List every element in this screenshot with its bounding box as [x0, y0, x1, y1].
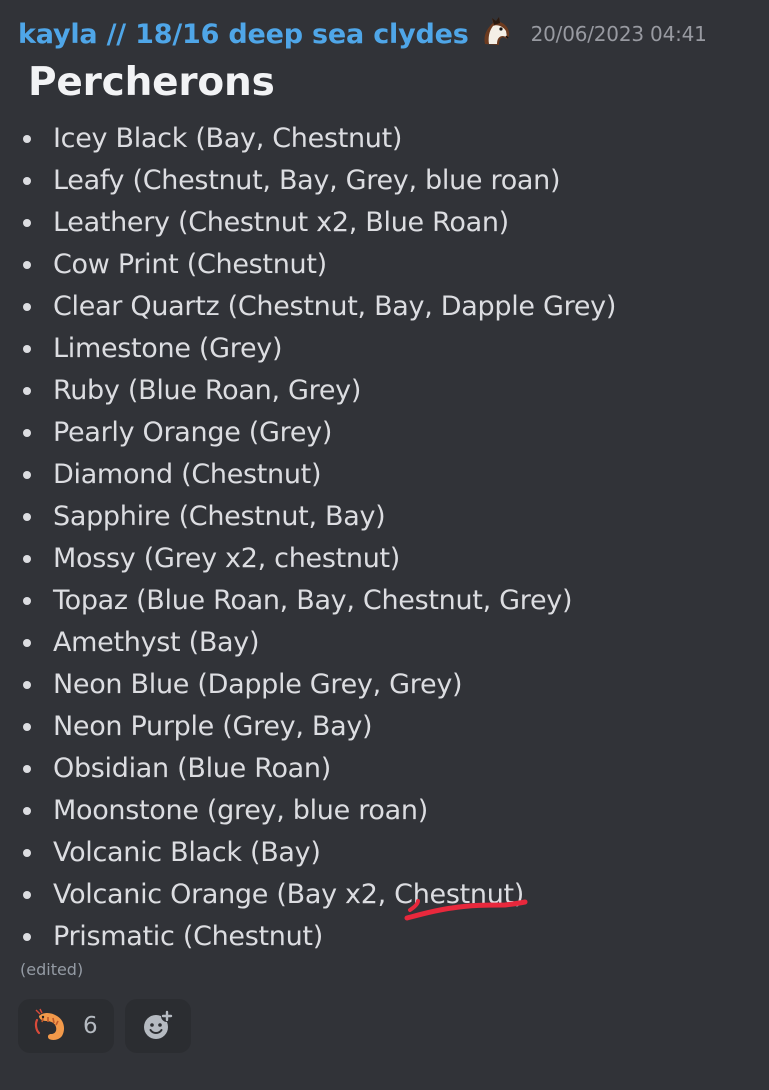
message-heading: Percherons — [28, 60, 275, 105]
list-item-text: Volcanic Black (Bay) — [53, 837, 321, 868]
bullet-dot — [23, 219, 31, 227]
list-item-text: Prismatic (Chestnut) — [53, 921, 323, 952]
timestamp: 20/06/2023 04:41 — [530, 22, 707, 46]
list-item-text: Amethyst (Bay) — [53, 627, 260, 658]
reactions-bar: 6 — [18, 999, 191, 1053]
list-item-text: Diamond (Chestnut) — [53, 459, 322, 490]
reaction-shrimp[interactable]: 6 — [18, 999, 114, 1053]
bullet-dot — [23, 891, 31, 899]
chat-message: kayla // 18/16 deep sea clydes 20/06/202… — [0, 0, 769, 1090]
reaction-count: 6 — [83, 1013, 98, 1039]
list-item-text: Leafy (Chestnut, Bay, Grey, blue roan) — [53, 165, 561, 196]
list-item-text: Leathery (Chestnut x2, Blue Roan) — [53, 207, 509, 238]
edited-label: (edited) — [20, 960, 84, 979]
list-item-text: Limestone (Grey) — [53, 333, 283, 364]
message-header: kayla // 18/16 deep sea clydes 20/06/202… — [18, 14, 707, 54]
bullet-dot — [23, 387, 31, 395]
bullet-dot — [23, 513, 31, 521]
bullet-dot — [23, 723, 31, 731]
list-item-text: Topaz (Blue Roan, Bay, Chestnut, Grey) — [53, 585, 573, 616]
bullet-dot — [23, 429, 31, 437]
bullet-dot — [23, 807, 31, 815]
list-item-text: Cow Print (Chestnut) — [53, 249, 327, 280]
list-item-text: Icey Black (Bay, Chestnut) — [53, 123, 403, 154]
list-item-text: Clear Quartz (Chestnut, Bay, Dapple Grey… — [53, 291, 617, 322]
bullet-dot — [23, 765, 31, 773]
bullet-dot — [23, 261, 31, 269]
bullet-dot — [23, 177, 31, 185]
list-item-text: Sapphire (Chestnut, Bay) — [53, 501, 386, 532]
bullet-dot — [23, 933, 31, 941]
add-reaction-icon — [144, 1010, 173, 1039]
list-item-text: Neon Purple (Grey, Bay) — [53, 711, 373, 742]
shrimp-icon — [34, 1008, 65, 1040]
list-item-text: Obsidian (Blue Roan) — [53, 753, 331, 784]
list-item-text: Mossy (Grey x2, chestnut) — [53, 543, 401, 574]
bullet-dot — [23, 555, 31, 563]
bullet-dot — [23, 345, 31, 353]
list-item-text: Ruby (Blue Roan, Grey) — [53, 375, 362, 406]
bullet-dot — [23, 303, 31, 311]
bullet-dot — [23, 681, 31, 689]
list-item-text: Pearly Orange (Grey) — [53, 417, 333, 448]
bullet-dot — [23, 471, 31, 479]
bullet-dot — [23, 849, 31, 857]
bullet-dot — [23, 135, 31, 143]
list-item-text: Neon Blue (Dapple Grey, Grey) — [53, 669, 463, 700]
add-reaction-button[interactable] — [125, 999, 191, 1053]
horse-head-icon[interactable] — [479, 14, 515, 50]
bullet-dot — [23, 597, 31, 605]
list-item-text: Moonstone (grey, blue roan) — [53, 795, 428, 826]
username[interactable]: kayla // 18/16 deep sea clydes — [18, 19, 469, 50]
bullet-dot — [23, 639, 31, 647]
list-item-text: Volcanic Orange (Bay x2, Chestnut) — [53, 879, 525, 910]
